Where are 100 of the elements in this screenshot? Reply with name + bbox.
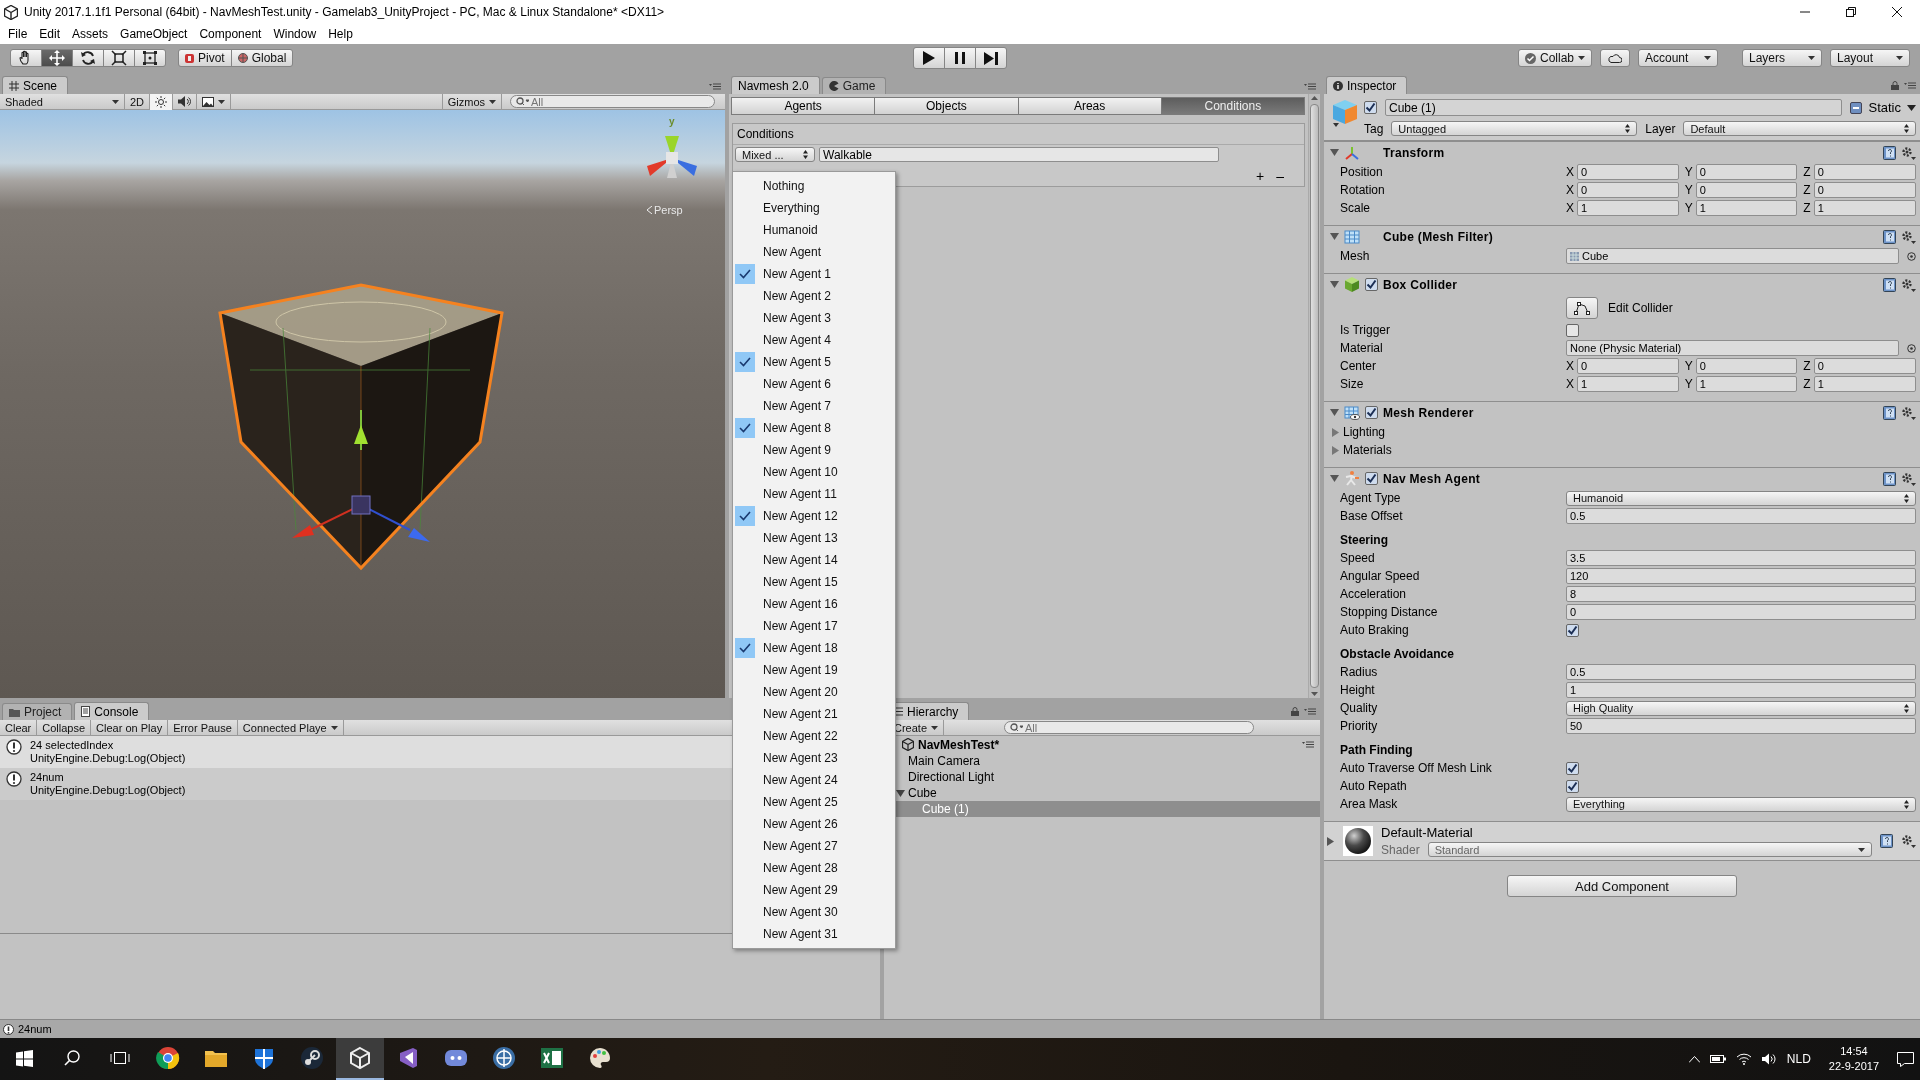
menu-item[interactable]: New Agent 2: [733, 285, 895, 307]
globe-icon[interactable]: [492, 1046, 516, 1070]
number-field[interactable]: 0: [1695, 182, 1798, 198]
number-field[interactable]: 0: [1577, 164, 1679, 180]
cloud-button[interactable]: [1600, 49, 1630, 67]
menu-item[interactable]: New Agent 18: [733, 637, 895, 659]
menu-item[interactable]: New Agent 5: [733, 351, 895, 373]
number-field[interactable]: 0: [1577, 358, 1679, 374]
projection-label[interactable]: Persp: [647, 204, 683, 216]
tag-dropdown[interactable]: Untagged: [1391, 121, 1638, 136]
foldout-icon[interactable]: [1330, 148, 1339, 157]
remove-button[interactable]: –: [1276, 168, 1284, 184]
number-field[interactable]: 1: [1577, 200, 1679, 216]
shading-dropdown[interactable]: Shaded: [0, 93, 125, 110]
tool-button[interactable]: [72, 49, 104, 67]
connected-player-dropdown[interactable]: Connected Playe: [237, 719, 344, 736]
toolbar-button[interactable]: Error Pause: [168, 719, 238, 736]
object-field[interactable]: None (Physic Material): [1566, 340, 1899, 356]
checkbox[interactable]: [1365, 472, 1378, 485]
tool-button[interactable]: [103, 49, 135, 67]
menu-item[interactable]: New Agent 28: [733, 857, 895, 879]
wifi-icon[interactable]: [1735, 1053, 1752, 1065]
shader-dropdown[interactable]: Standard: [1427, 842, 1872, 857]
toolbar-button[interactable]: Clear: [0, 719, 38, 736]
pivot-button[interactable]: Pivot: [178, 49, 232, 67]
number-field[interactable]: 0: [1813, 164, 1916, 180]
lock-icon[interactable]: [1291, 707, 1299, 716]
panel-tab[interactable]: Scene: [2, 76, 69, 94]
input-field[interactable]: 50: [1566, 718, 1916, 734]
menu-item[interactable]: New Agent 11: [733, 483, 895, 505]
menu-item[interactable]: New Agent: [733, 241, 895, 263]
notification-icon[interactable]: [1897, 1051, 1914, 1067]
input-field[interactable]: 1: [1566, 682, 1916, 698]
battery-icon[interactable]: [1709, 1054, 1726, 1064]
checkbox[interactable]: [1566, 623, 1579, 637]
toolbar-button[interactable]: Clear on Play: [91, 719, 169, 736]
gizmos-dropdown[interactable]: Gizmos: [441, 93, 502, 110]
edit-collider-button[interactable]: [1566, 297, 1598, 319]
help-book-icon[interactable]: [1883, 471, 1896, 486]
menu-item[interactable]: New Agent 1: [733, 263, 895, 285]
gear-icon[interactable]: [1901, 405, 1916, 420]
menu-item[interactable]: New Agent 6: [733, 373, 895, 395]
panel-tab[interactable]: Navmesh 2.0: [731, 76, 820, 94]
help-book-icon[interactable]: [1883, 145, 1896, 160]
number-field[interactable]: 0: [1813, 358, 1916, 374]
menu-item[interactable]: New Agent 10: [733, 461, 895, 483]
panel-tab[interactable]: Project: [2, 703, 73, 720]
menu-item[interactable]: Nothing: [733, 175, 895, 197]
search-field[interactable]: All: [510, 95, 715, 108]
menu-item[interactable]: New Agent 30: [733, 901, 895, 923]
object-field[interactable]: Cube: [1566, 248, 1899, 264]
checkbox[interactable]: [1365, 406, 1378, 419]
toolbar-button[interactable]: Collapse: [37, 719, 92, 736]
segment-tab[interactable]: Areas: [1017, 97, 1162, 115]
scene-name[interactable]: NavMeshTest*: [918, 737, 1000, 752]
number-field[interactable]: 0: [1577, 182, 1679, 198]
gear-icon[interactable]: [1901, 145, 1916, 160]
scrollbar[interactable]: [1308, 94, 1320, 698]
checkbox[interactable]: [1566, 323, 1579, 337]
chevron-up-icon[interactable]: [1688, 1055, 1700, 1063]
task-view-icon[interactable]: [110, 1050, 130, 1066]
log-message[interactable]: 24 selectedIndex: [30, 739, 186, 752]
help-book-icon[interactable]: [1883, 277, 1896, 292]
menu-item[interactable]: New Agent 17: [733, 615, 895, 637]
browser-icon[interactable]: [156, 1046, 180, 1070]
menu-item[interactable]: New Agent 7: [733, 395, 895, 417]
menu-item[interactable]: New Agent 13: [733, 527, 895, 549]
speaker-icon[interactable]: [1761, 1053, 1777, 1065]
clock[interactable]: 14:54 22-9-2017: [1820, 1044, 1887, 1074]
panel-menu-icon[interactable]: [1304, 708, 1316, 715]
menu-item[interactable]: New Agent 15: [733, 571, 895, 593]
shield-icon[interactable]: [252, 1046, 276, 1070]
input-field[interactable]: 0.5: [1566, 508, 1916, 524]
segment-tab[interactable]: Agents: [731, 97, 876, 115]
layers-dropdown[interactable]: Layers: [1742, 49, 1822, 67]
checkbox[interactable]: [1365, 278, 1378, 291]
search-field[interactable]: All: [1004, 721, 1255, 734]
menu-item[interactable]: New Agent 4: [733, 329, 895, 351]
menu-item[interactable]: New Agent 20: [733, 681, 895, 703]
steam-icon[interactable]: [300, 1046, 324, 1070]
search-icon[interactable]: [64, 1050, 80, 1066]
panel-menu-icon[interactable]: [1302, 741, 1314, 748]
menu-item[interactable]: GameObject: [114, 27, 194, 41]
spreadsheet-icon[interactable]: [540, 1046, 564, 1070]
dropdown[interactable]: High Quality: [1566, 700, 1916, 716]
input-field[interactable]: 120: [1566, 568, 1916, 584]
help-book-icon[interactable]: [1883, 229, 1896, 244]
menu-item[interactable]: New Agent 31: [733, 923, 895, 945]
start-icon[interactable]: [15, 1049, 33, 1067]
menu-item[interactable]: New Agent 16: [733, 593, 895, 615]
number-field[interactable]: 1: [1813, 200, 1916, 216]
global-button[interactable]: Global: [230, 49, 294, 67]
panel-menu-icon[interactable]: [1904, 82, 1916, 89]
menu-item[interactable]: Humanoid: [733, 219, 895, 241]
layer-dropdown[interactable]: Default: [1683, 121, 1916, 136]
layout-dropdown[interactable]: Layout: [1830, 49, 1910, 67]
lock-icon[interactable]: [1891, 81, 1899, 90]
input-field[interactable]: 0: [1566, 604, 1916, 620]
foldout-icon[interactable]: [1330, 232, 1339, 241]
menu-item[interactable]: New Agent 23: [733, 747, 895, 769]
